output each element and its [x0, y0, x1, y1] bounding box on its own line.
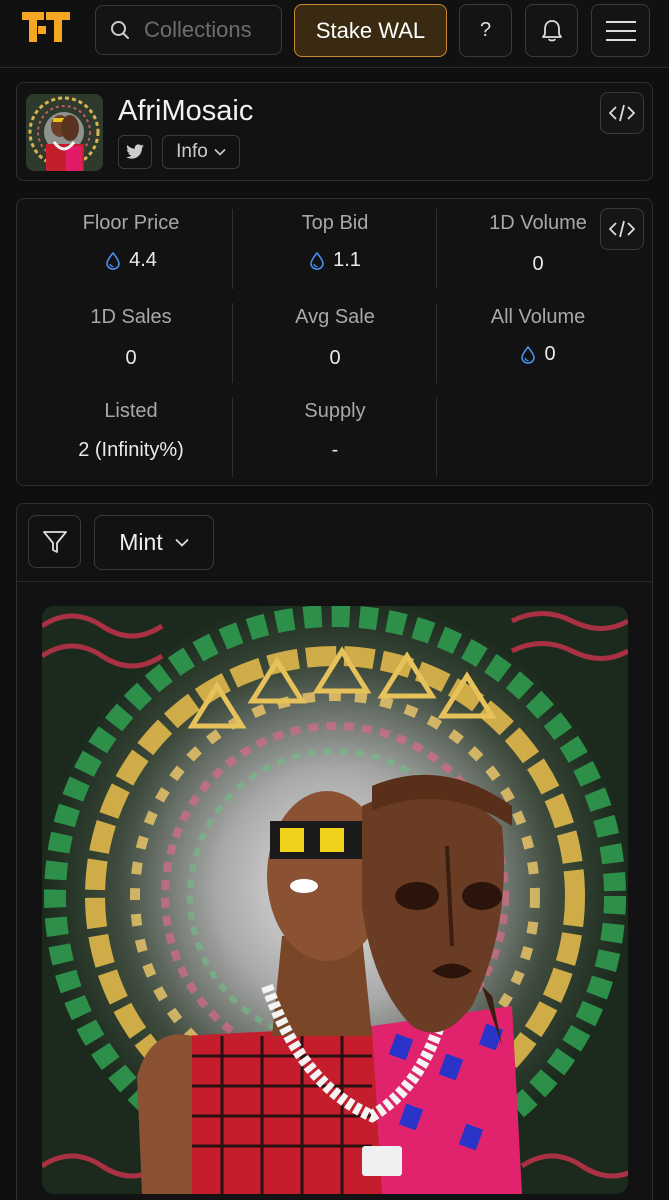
stat-label: Floor Price [82, 212, 180, 234]
stat-label: 1D Sales [90, 306, 172, 328]
stat-1d-sales: 1D Sales 0 [31, 306, 231, 370]
divider [232, 397, 233, 477]
collection-avatar [26, 94, 103, 171]
nft-artwork [42, 606, 628, 1194]
code-icon [609, 220, 635, 238]
collection-header: AfriMosaic Info [16, 82, 653, 181]
search-icon [111, 21, 129, 39]
search-box[interactable] [95, 5, 282, 55]
code-icon [609, 104, 635, 122]
stat-value: 2 (Infinity%) [78, 439, 184, 461]
nft-card-image[interactable] [42, 606, 628, 1194]
stat-value-row: 0 [438, 343, 638, 366]
stat-value: 0 [329, 347, 341, 369]
stat-floor-price: Floor Price 4.4 [31, 212, 231, 272]
stat-label: Top Bid [301, 212, 369, 234]
stat-value: 1.1 [333, 249, 361, 271]
collection-avatar-image [26, 94, 103, 171]
hamburger-menu-icon [605, 20, 636, 41]
stat-top-bid: Top Bid 1.1 [235, 212, 435, 272]
divider [436, 303, 437, 383]
info-dropdown[interactable]: Info [162, 135, 240, 169]
stat-value-row: 0 [235, 347, 435, 370]
site-logo[interactable] [22, 12, 72, 48]
wal-drop-icon [521, 345, 536, 364]
divider [436, 209, 437, 289]
sort-label: Mint [119, 529, 163, 555]
info-label: Info [176, 141, 208, 162]
menu-button[interactable] [591, 4, 650, 57]
stat-label: All Volume [490, 306, 586, 328]
search-input[interactable] [144, 17, 274, 43]
collection-name: AfriMosaic [118, 95, 254, 127]
stat-value-row: - [235, 439, 435, 462]
chevron-down-icon [175, 538, 189, 547]
help-label: ? [479, 19, 492, 41]
stat-listed: Listed 2 (Infinity%) [31, 400, 231, 462]
stat-label: Listed [104, 400, 158, 422]
divider [232, 303, 233, 383]
stat-supply: Supply - [235, 400, 435, 462]
tensor-logo-icon [22, 12, 70, 42]
wal-drop-icon [310, 251, 324, 270]
items-toolbar: Mint [17, 504, 652, 582]
stat-avg-sale: Avg Sale 0 [235, 306, 435, 370]
stat-value-row: 1.1 [235, 249, 435, 272]
stat-value-row: 4.4 [31, 249, 231, 272]
help-button[interactable]: ? [459, 4, 512, 57]
stat-value: - [331, 439, 339, 461]
bell-icon [541, 19, 562, 41]
divider [436, 397, 437, 477]
stake-wal-button[interactable]: Stake WAL [294, 4, 447, 57]
stat-label: Supply [304, 400, 366, 422]
notifications-button[interactable] [525, 4, 578, 57]
stat-value-row: 2 (Infinity%) [31, 439, 231, 462]
sort-dropdown[interactable]: Mint [94, 515, 214, 570]
wal-drop-icon [106, 251, 120, 270]
stats-embed-button[interactable] [600, 208, 644, 250]
stat-all-volume: All Volume 0 [438, 306, 638, 366]
stat-value: 0 [125, 347, 137, 369]
chevron-down-icon [214, 148, 226, 156]
collection-stats: Floor Price 4.4 Top Bid 1.1 1D Volume 0 … [16, 198, 653, 486]
stat-value: 4.4 [129, 249, 157, 271]
filter-icon [42, 530, 67, 553]
twitter-icon [126, 144, 144, 159]
stat-value: 0 [544, 343, 556, 365]
stat-label: Avg Sale [295, 306, 375, 328]
filter-button[interactable] [28, 515, 81, 568]
embed-code-button[interactable] [600, 92, 644, 134]
divider [232, 209, 233, 289]
twitter-link-button[interactable] [118, 135, 152, 169]
stat-value: 0 [532, 253, 544, 275]
stat-value-row: 0 [31, 347, 231, 370]
stat-value-row: 0 [438, 253, 638, 276]
top-nav: Stake WAL ? [0, 0, 669, 68]
items-panel: Mint [16, 503, 653, 1200]
